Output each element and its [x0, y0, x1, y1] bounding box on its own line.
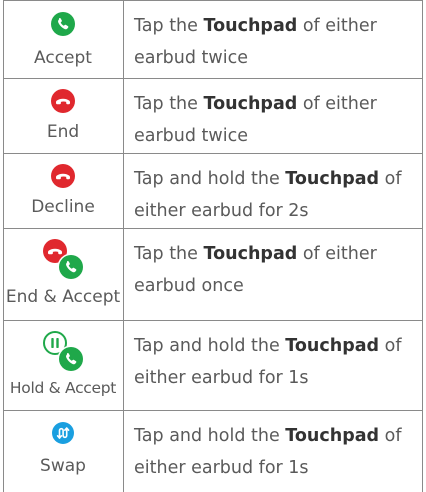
table-row: Accept Tap the Touchpad of either earbud… [3, 0, 423, 78]
description-text: Tap the [134, 94, 204, 114]
touchpad-term: Touchpad [203, 16, 298, 36]
column-divider [123, 0, 124, 492]
table-border-left [3, 0, 4, 492]
action-cell: Accept [3, 0, 123, 78]
description-text: Tap and hold the [134, 169, 286, 189]
touchpad-term: Touchpad [203, 244, 298, 264]
action-cell: Decline [3, 153, 123, 228]
action-cell: Hold & Accept [3, 320, 123, 410]
action-description: Tap the Touchpad of either earbud twice [134, 88, 417, 152]
action-label: End & Accept [5, 287, 121, 307]
action-cell: End & Accept [3, 228, 123, 320]
end-and-accept-icon [43, 239, 85, 281]
table-row: Hold & Accept Tap and hold the Touchpad … [3, 320, 423, 410]
phone-end-icon [51, 89, 75, 113]
table-row: End & Accept Tap the Touchpad of either … [3, 228, 423, 320]
row-divider [3, 153, 423, 154]
action-description: Tap and hold the Touchpad of either earb… [134, 330, 417, 394]
action-cell: End [3, 78, 123, 153]
description-text: Tap the [134, 16, 204, 36]
action-description: Tap and hold the Touchpad of either earb… [134, 420, 417, 484]
table-row: Decline Tap and hold the Touchpad of eit… [3, 153, 423, 228]
description-text: Tap the [134, 244, 204, 264]
table-row: Swap Tap and hold the Touchpad of either… [3, 410, 423, 492]
swap-calls-icon [52, 422, 74, 444]
row-divider [3, 410, 423, 411]
phone-accept-icon [51, 12, 75, 36]
table-border-right [422, 0, 423, 492]
action-label: Accept [34, 48, 92, 68]
description-text: Tap and hold the [134, 426, 286, 446]
row-divider [3, 320, 423, 321]
row-divider [3, 228, 423, 229]
touchpad-term: Touchpad [285, 336, 380, 356]
action-label: Hold & Accept [9, 379, 117, 397]
action-label: Decline [31, 197, 95, 217]
action-description: Tap and hold the Touchpad of either earb… [134, 163, 417, 227]
touchpad-term: Touchpad [203, 94, 298, 114]
action-cell: Swap [3, 410, 123, 492]
description-text: Tap and hold the [134, 336, 286, 356]
hold-and-accept-icon [43, 331, 85, 373]
phone-decline-icon [51, 164, 75, 188]
table-row: End Tap the Touchpad of either earbud tw… [3, 78, 423, 153]
action-description: Tap the Touchpad of either earbud twice [134, 10, 417, 74]
action-label: End [46, 122, 80, 142]
action-description: Tap the Touchpad of either earbud once [134, 238, 417, 302]
touchpad-term: Touchpad [285, 169, 380, 189]
call-controls-table: Accept Tap the Touchpad of either earbud… [3, 0, 423, 492]
row-divider [3, 78, 423, 79]
touchpad-term: Touchpad [285, 426, 380, 446]
action-label: Swap [40, 456, 86, 476]
table-border-top [3, 0, 423, 1]
